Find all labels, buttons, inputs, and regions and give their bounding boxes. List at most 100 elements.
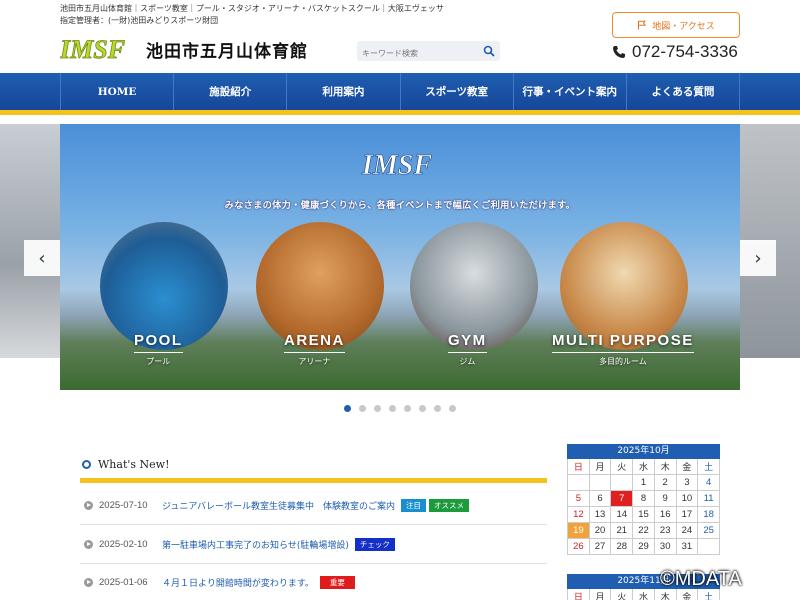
calendar-day[interactable]: 8 — [633, 491, 655, 507]
map-access-button[interactable]: 地図・アクセス — [612, 12, 740, 38]
calendar-day[interactable]: 6 — [589, 491, 612, 507]
nav-usage-guide[interactable]: 利用案内 — [286, 73, 399, 110]
play-bullet-icon — [84, 539, 93, 549]
category-arena-jp: アリーナ — [298, 357, 331, 366]
news-title-link[interactable]: 第一駐車場内工事完了のお知らせ(駐輪場増設) — [162, 538, 349, 551]
calendar-day[interactable]: 18 — [698, 507, 720, 523]
slider-dot-4[interactable] — [389, 405, 396, 412]
weekday-header: 日 — [568, 589, 590, 600]
news-item[interactable]: 2025-01-06 ４月１日より開館時間が変わります。 重要 — [80, 563, 547, 600]
play-bullet-icon — [84, 500, 93, 510]
calendar-day[interactable]: 17 — [676, 507, 699, 523]
calendar-day[interactable]: 30 — [654, 539, 677, 555]
slider-next-button[interactable]: › — [740, 240, 776, 276]
calendar-day[interactable]: 14 — [611, 507, 634, 523]
calendar-day[interactable]: 9 — [654, 491, 677, 507]
arena-photo[interactable] — [256, 222, 384, 350]
search-input[interactable] — [357, 43, 475, 64]
news-title-link[interactable]: ４月１日より開館時間が変わります。 — [162, 576, 314, 589]
nav-faq[interactable]: よくある質問 — [625, 73, 741, 110]
weekday-header: 火 — [611, 459, 634, 475]
multi-purpose-photo[interactable] — [560, 222, 688, 350]
category-multi-purpose[interactable]: MULTI PURPOSE 多目的ルーム — [552, 332, 694, 367]
calendar-grid: 日月火水木金土 1 2 3 4 5 6 7 8 9 10 11 12 13 14 15 16 17 18 19 20 21… — [567, 459, 720, 555]
pool-photo[interactable] — [100, 222, 228, 350]
slide-caption: みなさまの体力・健康づくりから、各種イベントまで幅広くご利用いただけます。 — [224, 201, 576, 211]
slider-dot-2[interactable] — [359, 405, 366, 412]
gym-photo[interactable] — [410, 222, 538, 350]
weekday-header: 金 — [676, 459, 699, 475]
calendar-day — [568, 475, 590, 491]
calendar-day — [698, 539, 720, 555]
category-arena[interactable]: ARENA アリーナ — [284, 332, 345, 367]
news-item[interactable]: 2025-02-10 第一駐車場内工事完了のお知らせ(駐輪場増設) チェック — [80, 525, 547, 564]
calendar-day[interactable]: 10 — [676, 491, 699, 507]
calendar-day[interactable]: 2 — [654, 475, 677, 491]
slider-prev-button[interactable]: ‹ — [24, 240, 60, 276]
calendar-day[interactable]: 27 — [589, 539, 612, 555]
calendar-day[interactable]: 3 — [676, 475, 699, 491]
calendar-day[interactable]: 12 — [568, 507, 590, 523]
calendar-day[interactable]: 16 — [654, 507, 677, 523]
calendar-day[interactable]: 21 — [611, 523, 634, 539]
nav-events[interactable]: 行事・イベント案内 — [512, 73, 626, 110]
calendar-day[interactable]: 25 — [698, 523, 720, 539]
nav-home[interactable]: HOME — [60, 73, 173, 110]
nav-facilities[interactable]: 施設紹介 — [173, 73, 286, 110]
search-icon[interactable] — [483, 45, 495, 57]
phone-icon — [613, 46, 625, 58]
nav-sports-classes[interactable]: スポーツ教室 — [399, 73, 513, 110]
calendar-day[interactable]: 22 — [633, 523, 655, 539]
calendar-day[interactable]: 11 — [698, 491, 720, 507]
calendar-day[interactable]: 13 — [589, 507, 612, 523]
category-arena-en: ARENA — [284, 332, 345, 353]
category-pool[interactable]: POOL プール — [134, 332, 183, 367]
calendar-day[interactable]: 15 — [633, 507, 655, 523]
calendar-day[interactable]: 26 — [568, 539, 590, 555]
calendar-day[interactable]: 23 — [654, 523, 677, 539]
slider-dot-6[interactable] — [419, 405, 426, 412]
slider-dot-3[interactable] — [374, 405, 381, 412]
calendar-title: 2025年10月 — [567, 444, 720, 459]
calendar-day[interactable]: 31 — [676, 539, 699, 555]
calendar-day[interactable]: 5 — [568, 491, 590, 507]
site-title[interactable]: 池田市五月山体育館 — [146, 37, 308, 62]
phone-number[interactable]: 072-754-3336 — [612, 42, 738, 62]
phone-text: 072-754-3336 — [632, 42, 738, 61]
weekday-header: 火 — [611, 589, 634, 600]
calendar-day[interactable]: 7 — [611, 491, 634, 507]
category-gym-jp: ジム — [459, 357, 476, 366]
hero-slide[interactable]: IMSF みなさまの体力・健康づくりから、各種イベントまで幅広くご利用いただけま… — [60, 124, 740, 390]
site-logo[interactable]: IMSF — [60, 34, 132, 62]
news-item[interactable]: 2025-07-10 ジュニアバレーボール教室生徒募集中 体験教室のご案内 注目… — [80, 486, 547, 525]
slider-dot-5[interactable] — [404, 405, 411, 412]
category-gym-en: GYM — [448, 332, 487, 353]
weekday-header: 水 — [633, 589, 655, 600]
badge-important: 重要 — [319, 576, 355, 589]
weekday-header: 木 — [654, 459, 677, 475]
calendar-october: 2025年10月 日月火水木金土 1 2 3 4 5 6 7 8 9 10 11 12 13 14 15 16 1… — [567, 444, 720, 555]
news-date: 2025-02-10 — [99, 538, 148, 550]
slider-dot-7[interactable] — [434, 405, 441, 412]
calendar-day[interactable]: 28 — [611, 539, 634, 555]
weekday-header: 水 — [633, 459, 655, 475]
site-tagline: 池田市五月山体育館｜スポーツ教室｜プール・スタジオ・アリーナ・バスケットスクール… — [60, 4, 444, 13]
calendar-day[interactable]: 20 — [589, 523, 612, 539]
weekday-header: 月 — [589, 459, 612, 475]
slider-dot-8[interactable] — [449, 405, 456, 412]
news-title-link[interactable]: ジュニアバレーボール教室生徒募集中 体験教室のご案内 — [162, 499, 395, 512]
calendar-day[interactable]: 19 — [568, 523, 590, 539]
main-nav: HOME 施設紹介 利用案内 スポーツ教室 行事・イベント案内 よくある質問 — [0, 73, 800, 115]
calendar-day[interactable]: 1 — [633, 475, 655, 491]
calendar-day[interactable]: 24 — [676, 523, 699, 539]
calendar-day[interactable]: 4 — [698, 475, 720, 491]
logo-text: IMSF — [60, 35, 125, 62]
slider-dot-1[interactable] — [344, 405, 351, 412]
news-heading: What's New! — [82, 458, 170, 471]
badge-featured: 注目 — [401, 498, 427, 512]
weekday-header: 土 — [698, 459, 720, 475]
calendar-day[interactable]: 29 — [633, 539, 655, 555]
weekday-header: 日 — [568, 459, 590, 475]
map-button-label: 地図・アクセス — [652, 21, 715, 32]
category-gym[interactable]: GYM ジム — [448, 332, 487, 367]
